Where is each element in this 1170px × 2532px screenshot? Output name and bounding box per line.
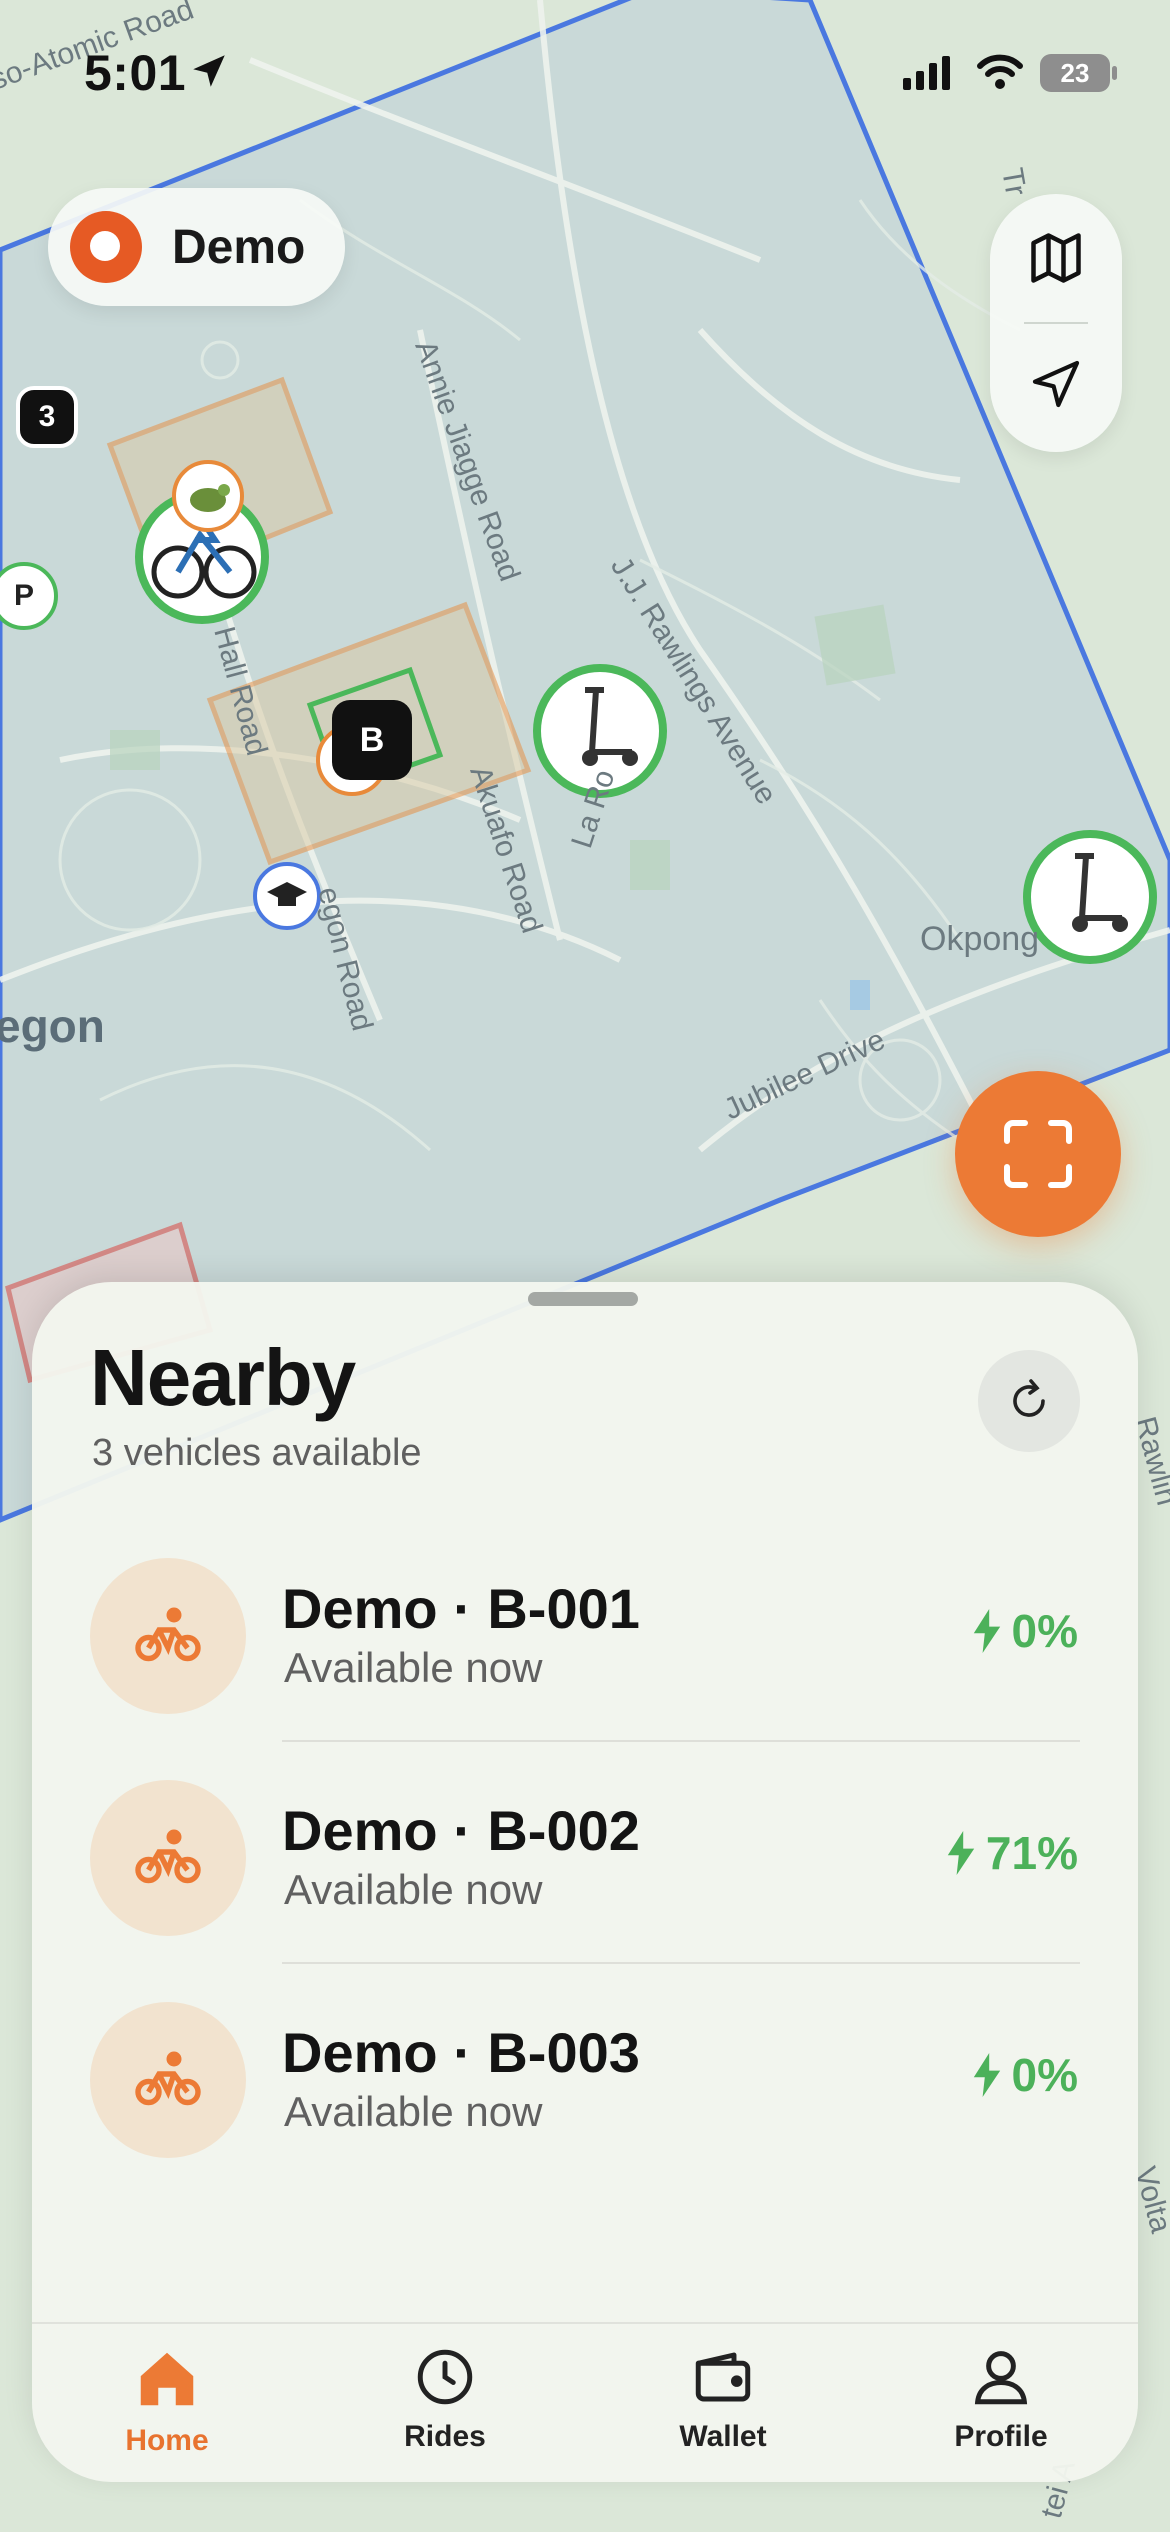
vehicle-row[interactable]: Demo · B-001 Available now 0%	[32, 1520, 1138, 1742]
home-icon	[140, 2352, 194, 2406]
vehicle-name: Demo · B-001	[282, 1577, 640, 1640]
vehicle-status: Available now	[284, 2088, 543, 2135]
vehicle-row[interactable]: Demo · B-002 Available now 71%	[32, 1742, 1138, 1964]
battery-tip	[1112, 66, 1117, 80]
tab-label: Wallet	[679, 2420, 767, 2453]
tab-wallet[interactable]: Wallet	[633, 2344, 813, 2474]
scooter-marker-2	[1023, 830, 1157, 964]
tab-rides[interactable]: Rides	[355, 2344, 535, 2474]
tab-label: Rides	[404, 2420, 486, 2453]
brand-name: Demo	[172, 220, 306, 274]
location-arrow-icon	[1032, 360, 1080, 408]
vehicle-battery: 0%	[972, 1604, 1078, 1658]
map-layers-button[interactable]	[1016, 218, 1096, 298]
vehicle-name: Demo · B-002	[282, 1799, 640, 1862]
area-label: egon	[0, 1000, 105, 1052]
refresh-icon	[1013, 1379, 1045, 1417]
sheet-subtitle: 3 vehicles available	[92, 1432, 422, 1474]
bolt-icon	[947, 1831, 975, 1875]
wifi-icon	[977, 54, 1023, 89]
scan-frame-icon	[1004, 1120, 1072, 1188]
vehicle-status: Available now	[284, 1644, 543, 1691]
location-arrow-icon	[193, 55, 225, 87]
bike-icon	[90, 2002, 246, 2158]
brand-selector[interactable]: Demo	[48, 188, 345, 306]
battery-percent: 0%	[1011, 1605, 1078, 1657]
status-time: 5:01	[84, 45, 187, 101]
bolt-icon	[973, 2053, 1000, 2097]
tab-label: Profile	[954, 2420, 1048, 2453]
map-controls	[990, 194, 1122, 452]
status-bar: 5:01 23	[0, 0, 1170, 150]
road-label: Okpong	[920, 920, 1039, 958]
bike-icon	[90, 1558, 246, 1714]
tab-home[interactable]: Home	[77, 2344, 257, 2474]
slow-zone-turtle-1	[172, 460, 244, 532]
refresh-button[interactable]	[978, 1350, 1080, 1452]
person-icon	[974, 2351, 1028, 2405]
road-label: Tr	[995, 165, 1032, 198]
controls-divider	[1024, 322, 1088, 324]
bolt-icon	[973, 1609, 1000, 1653]
sheet-grabber[interactable]	[528, 1292, 638, 1306]
building-marker[interactable]: B	[332, 700, 412, 780]
cellular-signal-icon	[903, 56, 950, 90]
clock-icon	[417, 2349, 473, 2405]
sheet-title: Nearby	[90, 1333, 356, 1422]
battery-indicator: 23	[1040, 54, 1110, 92]
wallet-icon	[695, 2352, 751, 2402]
bike-icon	[90, 1780, 246, 1936]
nearby-sheet[interactable]: Nearby 3 vehicles available Demo · B-001…	[32, 1282, 1138, 2482]
tab-label: Home	[125, 2424, 209, 2457]
brand-logo-icon	[70, 211, 142, 283]
tab-profile[interactable]: Profile	[911, 2344, 1091, 2474]
vehicle-row[interactable]: Demo · B-003 Available now 0%	[32, 1964, 1138, 2186]
scan-qr-button[interactable]	[955, 1071, 1121, 1237]
campus-marker	[253, 862, 321, 930]
vehicle-status: Available now	[284, 1866, 543, 1913]
battery-percent: 0%	[1011, 2049, 1078, 2101]
map-icon	[1031, 233, 1081, 283]
vehicle-name: Demo · B-003	[282, 2021, 640, 2084]
vehicle-battery: 71%	[946, 1826, 1078, 1880]
battery-percent: 71%	[985, 1827, 1078, 1879]
vehicle-cluster[interactable]: 3	[16, 386, 78, 448]
tab-bar: Home Rides Wallet Profile	[32, 2322, 1138, 2482]
vehicle-battery: 0%	[972, 2048, 1078, 2102]
recenter-location-button[interactable]	[1016, 344, 1096, 424]
